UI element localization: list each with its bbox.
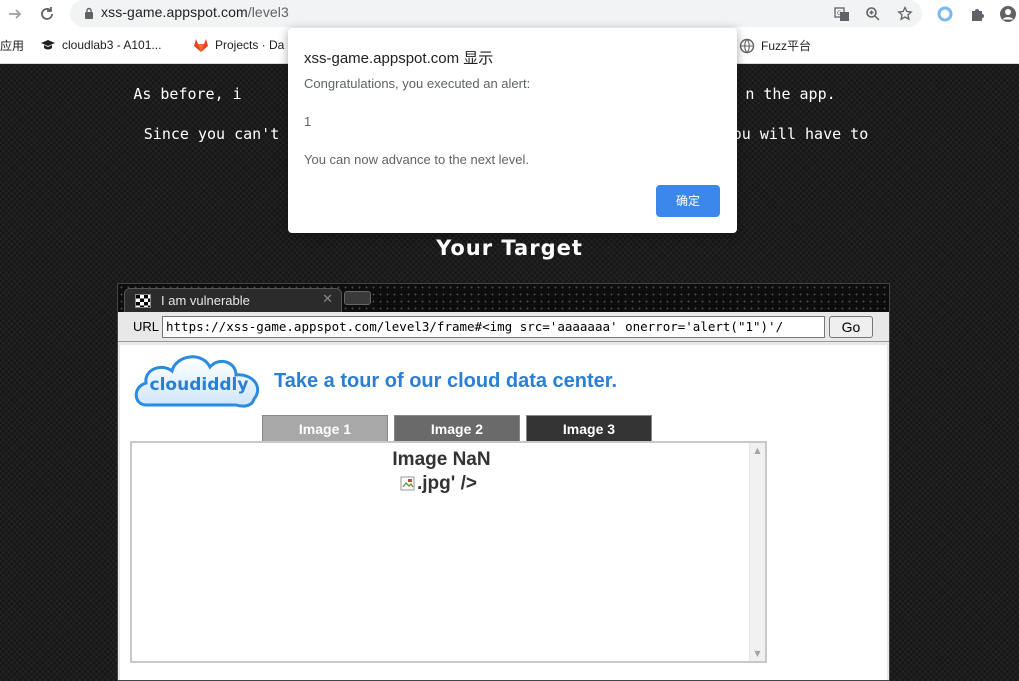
broken-image-row: .jpg' /> xyxy=(400,473,477,495)
bookmark-star-icon[interactable] xyxy=(894,3,916,25)
scroll-down-arrow-icon[interactable]: ▼ xyxy=(753,649,762,658)
broken-image-icon xyxy=(400,476,415,491)
translate-icon[interactable]: G xyxy=(831,3,853,25)
frame-tab[interactable]: I am vulnerable ✕ xyxy=(124,288,342,312)
image-tab-2[interactable]: Image 2 xyxy=(394,415,520,441)
gitlab-icon xyxy=(193,37,209,53)
your-target-heading: Your Target xyxy=(436,236,583,260)
close-icon[interactable]: ✕ xyxy=(322,292,333,307)
scrollbar[interactable]: ▲ ▼ xyxy=(749,443,765,661)
dialog-footer: You can now advance to the next level. xyxy=(304,152,530,167)
bookmark-label: Fuzz平台 xyxy=(761,39,812,53)
tagline: Take a tour of our cloud data center. xyxy=(274,370,618,392)
address-bar-url[interactable]: xss-game.appspot.com/level3 xyxy=(101,4,289,20)
zoom-icon[interactable] xyxy=(862,3,884,25)
ok-button[interactable]: 确定 xyxy=(656,185,720,217)
cloudiddly-logo: cloudiddly xyxy=(134,355,260,408)
dialog-alert-value: 1 xyxy=(304,114,312,129)
reload-icon[interactable] xyxy=(36,3,58,25)
frame-url-label: URL xyxy=(133,319,160,334)
bookmark-projects[interactable]: Projects · Da xyxy=(193,37,284,53)
globe-icon xyxy=(739,38,755,54)
image-tab-3[interactable]: Image 3 xyxy=(526,415,652,441)
lock-icon[interactable] xyxy=(84,7,94,20)
svg-text:G: G xyxy=(837,10,842,17)
go-button[interactable]: Go xyxy=(829,316,873,338)
dialog-message: Congratulations, you executed an alert: xyxy=(304,76,531,91)
bookmark-label: 应用 xyxy=(0,39,25,53)
bookmark-apps[interactable]: 应用 xyxy=(0,37,24,54)
extensions-puzzle-icon[interactable] xyxy=(966,3,988,25)
extension-ring-icon[interactable] xyxy=(934,3,956,25)
bookmark-label: Projects · Da xyxy=(215,38,285,52)
forward-arrow-icon[interactable] xyxy=(4,3,26,25)
bookmark-fuzz[interactable]: Fuzz平台 xyxy=(739,37,811,54)
frame-url-bar: URL https://xss-game.appspot.com/level3/… xyxy=(118,312,889,342)
frame-tab-title: I am vulnerable xyxy=(161,293,250,308)
browser-toolbar: xss-game.appspot.com/level3 G xyxy=(0,0,1019,28)
bookmark-label: cloudlab3 - A101... xyxy=(62,38,162,52)
image-title: Image NaN xyxy=(392,449,491,470)
image-viewer: Image NaN .jpg' /> ▲ ▼ xyxy=(130,441,767,663)
vulnerable-app-frame: I am vulnerable ✕ URL https://xss-game.a… xyxy=(117,283,890,681)
svg-text:cloudiddly: cloudiddly xyxy=(150,375,249,395)
profile-avatar-icon[interactable] xyxy=(997,3,1019,25)
checker-favicon-icon xyxy=(135,294,151,308)
broken-image-text: .jpg' /> xyxy=(417,473,477,494)
bookmark-cloudlab3[interactable]: cloudlab3 - A101... xyxy=(40,37,161,53)
scroll-up-arrow-icon[interactable]: ▲ xyxy=(753,446,762,455)
frame-tab-bar: I am vulnerable ✕ xyxy=(118,284,889,312)
dialog-title: xss-game.appspot.com 显示 xyxy=(304,50,494,67)
alert-dialog: xss-game.appspot.com 显示 Congratulations,… xyxy=(288,28,737,233)
frame-url-input[interactable]: https://xss-game.appspot.com/level3/fram… xyxy=(162,316,825,338)
image-tab-1[interactable]: Image 1 xyxy=(262,415,388,441)
new-tab-button[interactable] xyxy=(344,291,371,305)
frame-content: cloudiddly Take a tour of our cloud data… xyxy=(120,345,887,680)
graduation-cap-icon xyxy=(40,37,56,53)
